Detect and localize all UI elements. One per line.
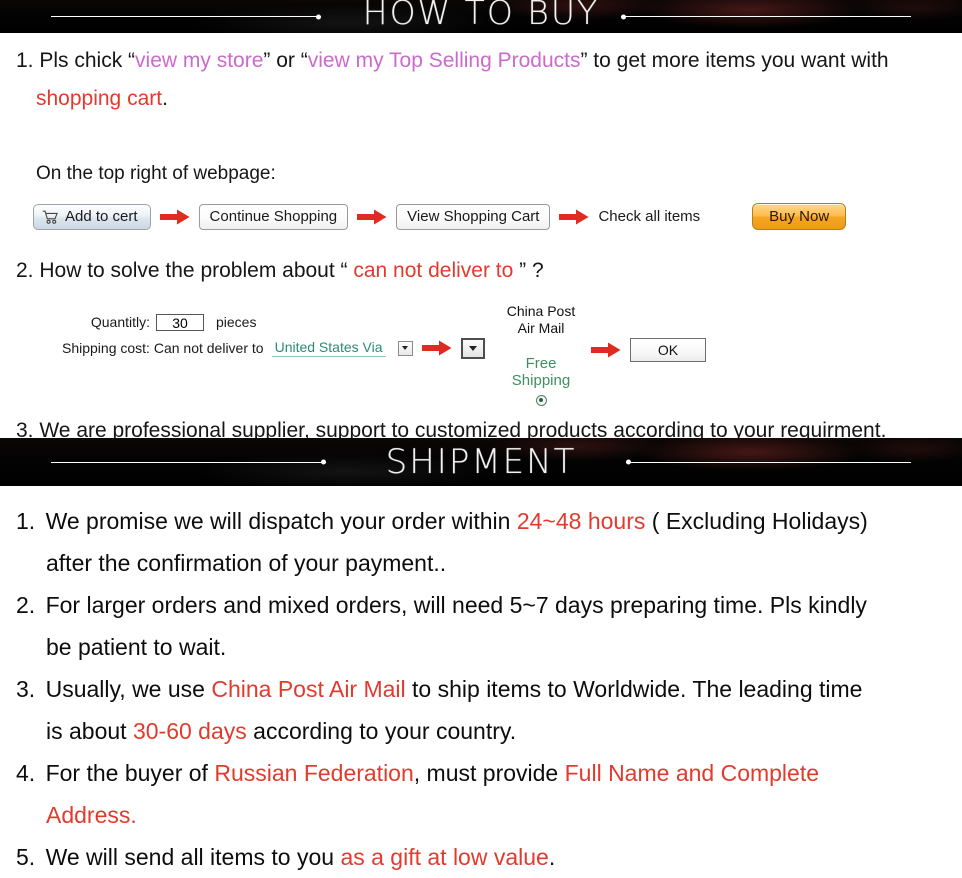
shipping-option-block: China Post Air Mail Free Shipping [498,303,584,406]
shipment-item: 1. We promise we will dispatch your orde… [8,500,954,542]
shipment-highlight: Full Name and Complete [564,760,820,786]
how-item-2-tail: ” ? [513,259,544,282]
how-item-1-lead: Pls chick “ [39,49,136,72]
how-item-1: 1. Pls chick “view my store” or “view my… [16,48,946,112]
shipment-item: 3. Usually, we use China Post Air Mail t… [8,668,954,710]
add-to-cart-button[interactable]: Add to cert [33,203,151,230]
shipment-item: 4. For the buyer of Russian Federation, … [8,752,954,794]
carrier-line-1: China Post [506,303,576,319]
how-item-2-number: 2. [16,259,34,282]
shipment-text: We promise we will dispatch your order w… [45,508,517,534]
country-dropdown-large[interactable] [460,337,485,359]
red-arrow-right-icon [357,209,387,225]
shipment-text: be patient to wait. [46,634,227,660]
shipment-section: 1. We promise we will dispatch your orde… [0,486,962,878]
ok-button-label: OK [657,342,679,358]
shipment-text: We will send all items to you [45,844,341,870]
how-to-buy-banner: HOW TO BUY [0,0,962,33]
shipment-text: after the confirmation of your payment.. [46,550,447,576]
shipment-text: is about [46,718,133,744]
quantity-label: Quantitly: [90,314,150,330]
free-shipping-block: Free Shipping [498,355,584,406]
shipment-item-number: 3. [16,676,42,702]
shipment-title: SHIPMENT [385,442,577,482]
shipment-text: . [548,844,556,870]
how-to-buy-section: 1. Pls chick “view my store” or “view my… [0,33,962,442]
free-shipping-line-2: Shipping [511,372,571,389]
continue-shopping-label: Continue Shopping [209,208,338,225]
ok-action-group: OK [582,338,706,362]
buy-now-label: Buy Now [769,208,830,225]
shipment-text: For the buyer of [45,760,215,786]
quantity-input[interactable]: 30 [156,313,204,331]
view-shopping-cart-label: View Shopping Cart [407,208,540,225]
how-item-2: 2. How to solve the problem about “ can … [16,259,544,283]
shipment-item: 2. For larger orders and mixed orders, w… [8,584,954,626]
shipment-highlight: China Post Air Mail [211,676,406,702]
shipment-highlight: Russian Federation [214,760,414,786]
shipment-highlight: 24~48 hours [516,508,646,534]
country-dropdown-small[interactable] [397,340,413,356]
check-all-items-label: Check all items [598,208,701,225]
free-shipping-radio[interactable] [535,394,547,406]
how-item-1-tail: ” to get more items you want with [580,49,889,72]
view-my-store-link[interactable]: view my store [135,49,263,72]
shipment-item-number: 4. [16,760,42,786]
buy-now-button[interactable]: Buy Now [752,203,847,230]
shipment-text: , must provide [413,760,565,786]
shipment-item-number: 1. [16,508,42,534]
shipment-highlight: 30-60 days [132,718,247,744]
shipment-item-number: 5. [16,844,42,870]
shipment-text: Usually, we use [45,676,212,702]
ok-button[interactable]: OK [630,338,706,362]
chevron-down-icon [468,345,477,351]
how-to-buy-title: HOW TO BUY [362,0,600,32]
red-arrow-right-icon [421,340,452,356]
how-item-1-continuation: shopping cart. [36,86,946,112]
shipment-banner: SHIPMENT [0,438,962,486]
shipment-text: according to your country. [246,718,517,744]
red-arrow-right-icon [591,342,621,358]
country-select-link[interactable]: United States Via [271,339,386,357]
how-item-2-lead: How to solve the problem about “ [39,259,354,282]
shipment-text: to ship items to Worldwide. The leading … [405,676,863,702]
chevron-down-icon [402,346,408,350]
red-arrow-right-icon [559,209,589,225]
view-shopping-cart-button[interactable]: View Shopping Cart [396,203,551,230]
shipment-highlight: as a gift at low value [340,844,549,870]
how-item-1-mid: ” or “ [263,49,308,72]
quantity-row: Quantitly: 30 pieces [62,311,485,333]
how-item-1-number: 1. [16,49,34,72]
carrier-line-2: Air Mail [517,320,565,336]
shipment-item-continuation: after the confirmation of your payment.. [8,542,954,584]
shipment-item-continuation: is about 30-60 days according to your co… [8,710,954,752]
shipment-text: ( Excluding Holidays) [645,508,868,534]
shopping-cart-text: shopping cart [36,87,163,110]
red-arrow-right-icon [159,209,190,225]
shipping-cost-label: Shipping cost: Can not deliver to [62,340,264,356]
shopping-cart-icon [42,210,59,224]
free-shipping-line-1: Free [525,355,557,372]
quantity-unit-label: pieces [216,314,257,330]
shipment-item-number: 2. [16,592,42,618]
shipping-form-mock: Quantitly: 30 pieces Shipping cost: Can … [62,311,485,359]
shipment-highlight: Address. [46,802,137,828]
view-top-selling-products-link[interactable]: view my Top Selling Products [308,49,581,72]
shipment-item: 5. We will send all items to you as a gi… [8,836,954,878]
shipping-cost-row: Shipping cost: Can not deliver to United… [62,337,485,359]
shipment-item-continuation: be patient to wait. [8,626,954,668]
shipment-text: For larger orders and mixed orders, will… [45,592,867,618]
shipment-item-continuation: Address. [8,794,954,836]
continue-shopping-button[interactable]: Continue Shopping [198,203,349,230]
can-not-deliver-to-text: can not deliver to [353,259,514,282]
button-flow-row: Add to cert Continue Shopping View Shopp… [33,203,847,230]
add-to-cart-label: Add to cert [65,208,138,225]
radio-selected-icon [539,398,543,402]
top-right-of-webpage-label: On the top right of webpage: [36,163,276,184]
how-item-1-period: . [162,87,168,110]
